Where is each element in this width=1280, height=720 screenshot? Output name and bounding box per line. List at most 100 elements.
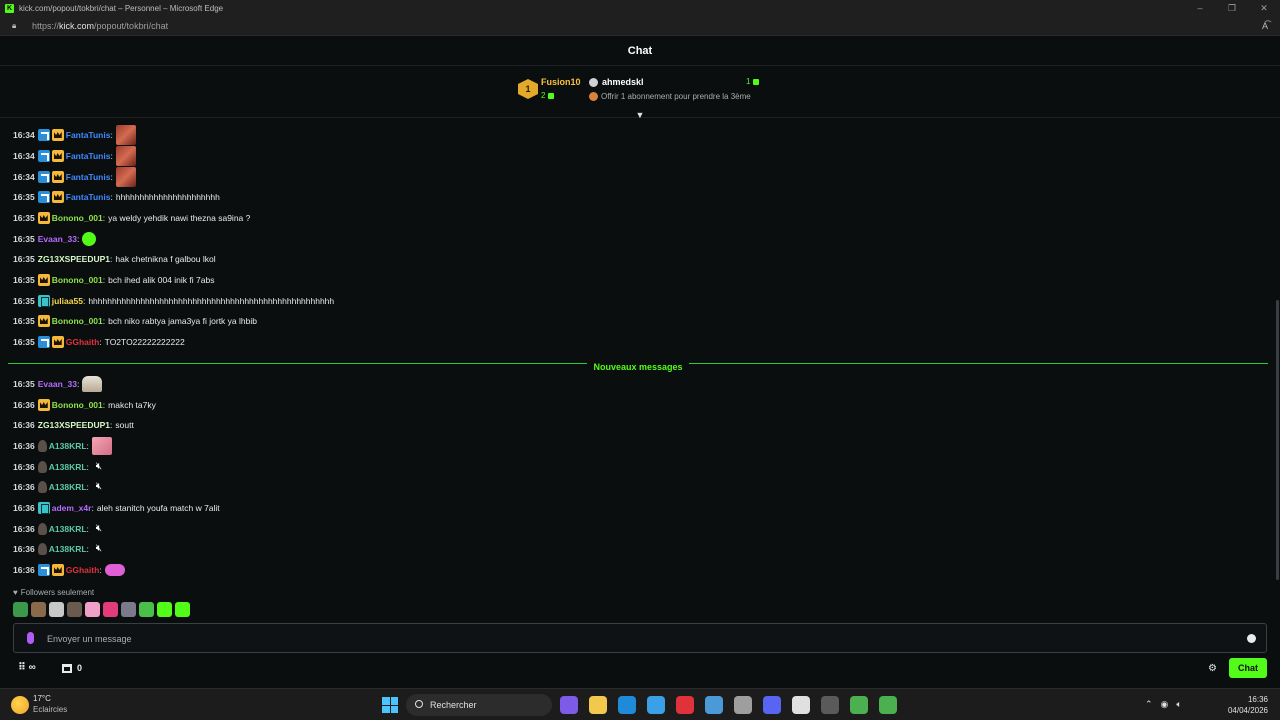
taskbar-app-icon-9[interactable]: [792, 696, 810, 714]
chat-message[interactable]: 16:34 FantaTunis:: [13, 146, 136, 166]
crown-badge-icon[interactable]: [37, 274, 50, 286]
emote-pink[interactable]: [91, 437, 112, 455]
message-username[interactable]: GGhaith: [66, 337, 100, 347]
emote-green[interactable]: [82, 232, 97, 246]
windows-start-icon[interactable]: [382, 697, 398, 713]
taskbar-app-icon-8[interactable]: [763, 696, 781, 714]
store-icon[interactable]: [62, 664, 72, 673]
chat-message[interactable]: 16:35 ZG13XSPEEDUP1: hak chetnikna f galbo…: [13, 249, 216, 269]
avatar-badge-icon[interactable]: [37, 543, 47, 555]
vip-badge-icon[interactable]: [37, 336, 50, 348]
emote-pac[interactable]: [104, 564, 125, 576]
taskbar-app-icon-6[interactable]: [705, 696, 723, 714]
quick-emote-6[interactable]: [103, 602, 118, 617]
quick-emote-10[interactable]: [175, 602, 190, 617]
chat-message[interactable]: 16:35 Evaan_33:: [13, 374, 103, 394]
message-username[interactable]: ZG13XSPEEDUP1: [38, 254, 110, 264]
chat-message[interactable]: 16:36 A138KRL: 🔇︎: [13, 539, 106, 559]
message-username[interactable]: A138KRL: [49, 462, 87, 472]
quick-emote-5[interactable]: [85, 602, 100, 617]
leader-second-name[interactable]: ahmedskl: [602, 77, 644, 87]
weather-temperature[interactable]: 17°C: [33, 694, 51, 703]
crown-badge-icon[interactable]: [37, 315, 50, 327]
restore-button[interactable]: ❐: [1216, 0, 1248, 16]
message-username[interactable]: FantaTunis: [66, 172, 111, 182]
quick-emote-1[interactable]: [13, 602, 28, 617]
collapse-leaderboard-icon[interactable]: ▼: [634, 111, 646, 120]
message-username[interactable]: adem_x4r: [52, 503, 92, 513]
vip-badge-icon[interactable]: [37, 129, 50, 141]
chat-message[interactable]: 16:36 Bonono_001: makch ta7ky: [13, 395, 156, 415]
channel-points[interactable]: ⠿ ∞: [18, 662, 36, 673]
taskbar-app-icon-3[interactable]: [618, 696, 636, 714]
message-username[interactable]: Bonono_001: [52, 316, 103, 326]
message-username[interactable]: A138KRL: [49, 544, 87, 554]
crown-badge-icon[interactable]: [51, 564, 64, 576]
chat-message[interactable]: 16:36 ZG13XSPEEDUP1: soutt: [13, 415, 134, 435]
chat-message[interactable]: 16:36 A138KRL: 🔇︎: [13, 457, 106, 477]
crown-badge-icon[interactable]: [37, 399, 50, 411]
muted-speaker-emote-icon[interactable]: 🔇︎: [92, 522, 106, 536]
vip-badge-icon[interactable]: [37, 171, 50, 183]
wifi-icon[interactable]: ◉: [1161, 699, 1169, 710]
message-username[interactable]: Bonono_001: [52, 275, 103, 285]
taskbar-app-icon-11[interactable]: [850, 696, 868, 714]
message-username[interactable]: ZG13XSPEEDUP1: [38, 420, 110, 430]
chat-messages[interactable]: 16:34 FantaTunis: 16:34 FantaTunis: 16:34 Fan…: [0, 123, 1276, 583]
emote-face[interactable]: [115, 167, 136, 187]
taskbar-app-icon-10[interactable]: [821, 696, 839, 714]
volume-icon[interactable]: 🔈︎: [1176, 699, 1181, 710]
message-username[interactable]: FantaTunis: [66, 130, 111, 140]
gift-badge-icon[interactable]: [37, 295, 50, 307]
crown-badge-icon[interactable]: [51, 191, 64, 203]
muted-speaker-emote-icon[interactable]: 🔇︎: [92, 542, 106, 556]
crown-badge-icon[interactable]: [51, 171, 64, 183]
taskbar-app-icon-2[interactable]: [589, 696, 607, 714]
taskbar-app-icon-5[interactable]: [676, 696, 694, 714]
muted-speaker-emote-icon[interactable]: 🔇︎: [92, 460, 106, 474]
message-username[interactable]: FantaTunis: [66, 192, 111, 202]
message-username[interactable]: juliaa55: [52, 296, 83, 306]
system-tray[interactable]: ⌃ ◉ 🔈︎: [1145, 699, 1182, 710]
taskbar-search[interactable]: Rechercher: [406, 694, 552, 716]
chat-message[interactable]: 16:35 FantaTunis: hhhhhhhhhhhhhhhhhhhhhh: [13, 187, 220, 207]
quick-emote-2[interactable]: [31, 602, 46, 617]
message-username[interactable]: A138KRL: [49, 524, 87, 534]
close-button[interactable]: ✕: [1248, 0, 1280, 16]
chat-message[interactable]: 16:35 Bonono_001: bch niko rabtya jama3ya …: [13, 311, 257, 331]
avatar-badge-icon[interactable]: [37, 461, 47, 473]
crown-badge-icon[interactable]: [51, 336, 64, 348]
gift-offer-text[interactable]: Offrir 1 abonnement pour prendre la 3ème: [601, 92, 751, 101]
crown-badge-icon[interactable]: [51, 150, 64, 162]
quick-emote-7[interactable]: [121, 602, 136, 617]
emoji-picker-icon[interactable]: [1247, 634, 1256, 643]
microphone-icon[interactable]: [27, 632, 34, 644]
settings-gear-icon[interactable]: ⚙: [1208, 663, 1217, 674]
message-input-box[interactable]: [13, 623, 1267, 653]
message-username[interactable]: Evaan_33: [38, 379, 77, 389]
url-text[interactable]: https://kick.com/popout/tokbri/chat: [32, 21, 168, 31]
chat-message[interactable]: 16:35 GGhaith: TO2TO22222222222: [13, 332, 185, 352]
message-username[interactable]: GGhaith: [66, 565, 100, 575]
chat-message[interactable]: 16:34 FantaTunis:: [13, 167, 136, 187]
chat-message[interactable]: 16:35 juliaa55: hhhhhhhhhhhhhhhhhhhhhhhhhh…: [13, 291, 334, 311]
avatar-badge-icon[interactable]: [37, 523, 47, 535]
quick-emote-4[interactable]: [67, 602, 82, 617]
emote-face[interactable]: [115, 125, 136, 145]
taskbar-app-icon-7[interactable]: [734, 696, 752, 714]
crown-badge-icon[interactable]: [37, 212, 50, 224]
minimize-button[interactable]: –: [1184, 0, 1216, 16]
message-username[interactable]: FantaTunis: [66, 151, 111, 161]
address-bar[interactable]: 🔒︎ https://kick.com/popout/tokbri/chat A…: [0, 16, 1280, 36]
vip-badge-icon[interactable]: [37, 564, 50, 576]
emote-face[interactable]: [115, 146, 136, 166]
emote-guy[interactable]: [82, 376, 103, 392]
chat-message[interactable]: 16:35 Evaan_33:: [13, 229, 97, 249]
weather-icon[interactable]: [11, 696, 29, 714]
chat-message[interactable]: 16:36 A138KRL:: [13, 436, 112, 456]
crown-badge-icon[interactable]: [51, 129, 64, 141]
quick-emote-3[interactable]: [49, 602, 64, 617]
chat-scrollbar[interactable]: [1276, 300, 1279, 580]
weather-condition[interactable]: Eclaircies: [33, 705, 67, 714]
chat-message[interactable]: 16:36 adem_x4r: aleh stanitch youfa match …: [13, 498, 220, 518]
